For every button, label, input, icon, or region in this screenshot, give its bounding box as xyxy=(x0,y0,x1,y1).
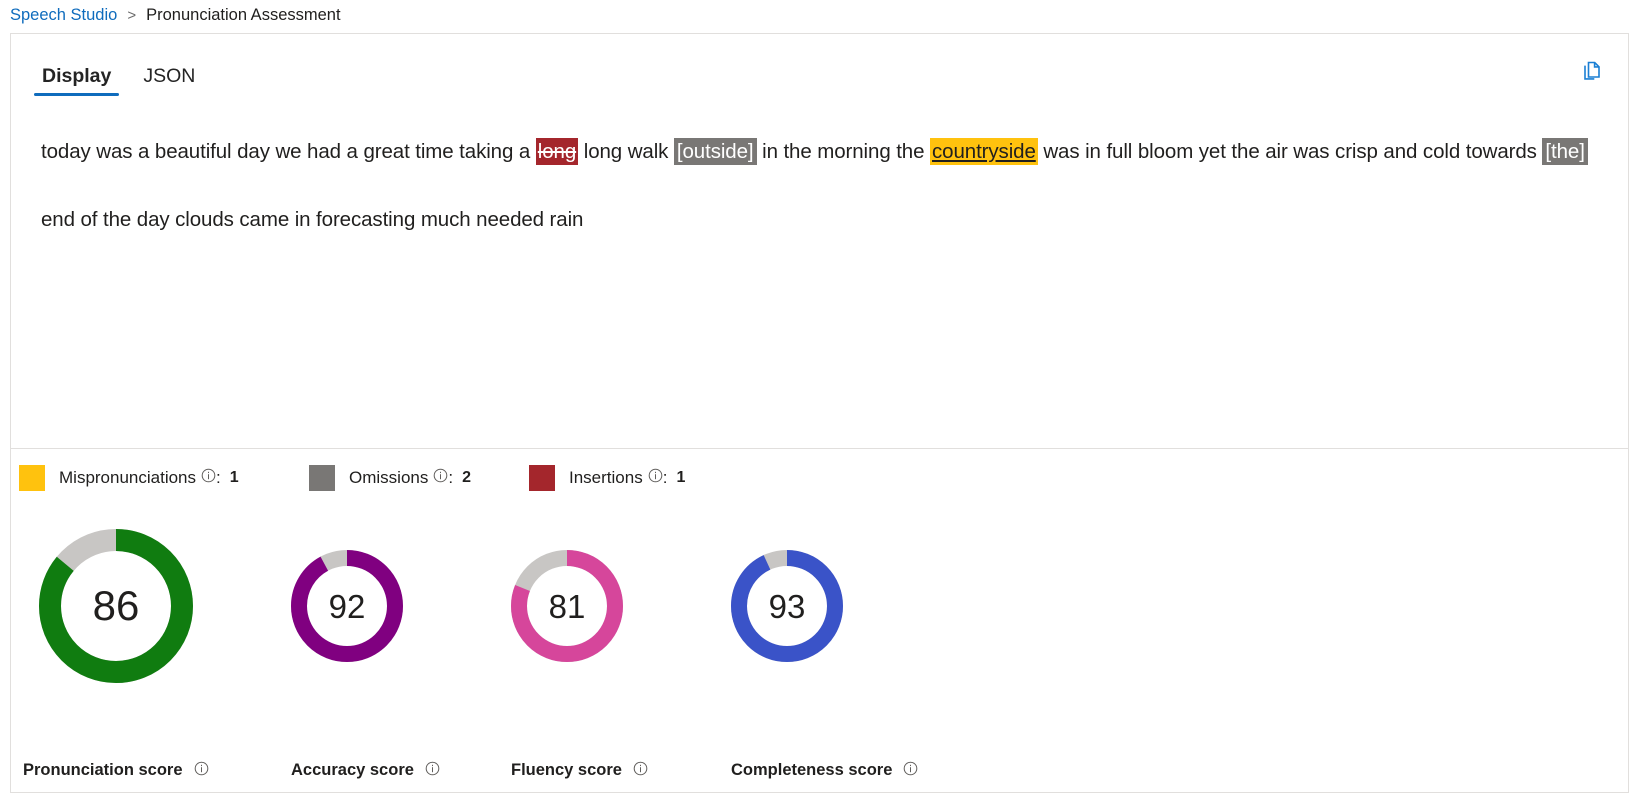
score-cell-completeness: 93 xyxy=(731,529,951,662)
tab-display-label: Display xyxy=(42,64,112,87)
info-icon-fluency-score[interactable] xyxy=(633,761,648,781)
legend-separator-insertions: : xyxy=(662,468,668,487)
transcript-segment: long walk xyxy=(578,140,674,163)
legend: Mispronunciations : 1 Omissions : 2 Inse… xyxy=(11,449,1628,507)
legend-item-insertions: Insertions : 1 xyxy=(529,465,685,491)
tab-display[interactable]: Display xyxy=(33,64,120,97)
score-label-fluency-text: Fluency score xyxy=(511,761,622,779)
transcript-segment: was in full bloom yet the air was crisp … xyxy=(1037,140,1543,163)
tab-list: Display JSON xyxy=(33,64,204,97)
score-label-pronunciation: Pronunciation score xyxy=(11,761,291,781)
legend-item-mispronunciations: Mispronunciations : 1 xyxy=(19,465,309,491)
legend-separator-omissions: : xyxy=(448,468,454,487)
score-label-fluency: Fluency score xyxy=(511,761,731,781)
info-icon-pronunciation-score[interactable] xyxy=(194,761,209,781)
transcript-segment: today was a beautiful day we had a great… xyxy=(41,140,536,163)
donut-accuracy: 92 xyxy=(291,550,403,662)
score-label-accuracy: Accuracy score xyxy=(291,761,511,781)
tab-json-label: JSON xyxy=(143,64,196,87)
breadcrumb-current-page: Pronunciation Assessment xyxy=(146,5,341,24)
legend-count-insertions: 1 xyxy=(676,469,686,486)
score-label-completeness: Completeness score xyxy=(731,761,991,781)
legend-swatch-mispronunciations xyxy=(19,465,45,491)
info-icon-omissions[interactable] xyxy=(433,468,448,488)
tab-bar: Display JSON xyxy=(11,34,1628,96)
breadcrumb-separator-icon: > xyxy=(127,6,137,24)
legend-count-mispronunciations: 1 xyxy=(229,469,239,486)
legend-count-omissions: 2 xyxy=(462,469,471,486)
copy-button[interactable] xyxy=(1576,55,1608,87)
score-cell-fluency: 81 xyxy=(511,529,731,662)
info-icon-completeness-score[interactable] xyxy=(903,761,918,781)
legend-label-insertions: Insertions xyxy=(569,468,643,487)
omission-word[interactable]: [outside] xyxy=(673,138,757,165)
donut-completeness: 93 xyxy=(731,550,843,662)
donut-value-accuracy: 92 xyxy=(328,587,366,625)
score-label-completeness-text: Completeness score xyxy=(731,761,893,779)
legend-label-omissions: Omissions xyxy=(349,468,429,487)
donut-value-completeness: 93 xyxy=(768,587,806,625)
transcript-segment: in the morning the xyxy=(756,140,931,163)
legend-swatch-omissions xyxy=(309,465,335,491)
pronunciation-assessment-panel: Display JSON today was a beautiful day w… xyxy=(10,33,1629,793)
legend-label-mispronunciations: Mispronunciations xyxy=(59,468,197,487)
score-donuts: 86 92 81 93 Pronunciation score Accuracy… xyxy=(11,507,1628,792)
info-icon-accuracy-score[interactable] xyxy=(425,761,440,781)
mispronunciation-word[interactable]: countryside xyxy=(930,138,1038,165)
donut-value-pronunciation: 86 xyxy=(92,582,140,629)
score-cell-accuracy: 92 xyxy=(291,529,511,662)
legend-item-omissions: Omissions : 2 xyxy=(309,465,529,491)
score-label-pronunciation-text: Pronunciation score xyxy=(23,761,183,779)
breadcrumb-link-speech-studio[interactable]: Speech Studio xyxy=(10,6,117,25)
score-cell-pronunciation: 86 xyxy=(11,529,291,683)
donut-pronunciation: 86 xyxy=(39,529,193,683)
score-label-row: Pronunciation score Accuracy score Fluen… xyxy=(11,748,1628,792)
transcript-segment: end of the day clouds came in forecastin… xyxy=(41,208,584,231)
info-icon-mispronunciations[interactable] xyxy=(201,468,216,488)
omission-word[interactable]: [the] xyxy=(1542,138,1588,165)
score-label-accuracy-text: Accuracy score xyxy=(291,761,414,779)
breadcrumb: Speech Studio > Pronunciation Assessment xyxy=(0,0,1639,30)
legend-separator-mispronunciations: : xyxy=(216,468,221,487)
info-icon-insertions[interactable] xyxy=(648,468,663,488)
transcript-text: today was a beautiful day we had a great… xyxy=(11,96,1628,448)
donut-value-fluency: 81 xyxy=(548,587,586,625)
legend-swatch-insertions xyxy=(529,465,555,491)
donut-fluency: 81 xyxy=(511,550,623,662)
insertion-word[interactable]: long xyxy=(535,138,579,165)
copy-icon xyxy=(1584,61,1600,80)
tab-json[interactable]: JSON xyxy=(134,64,204,97)
